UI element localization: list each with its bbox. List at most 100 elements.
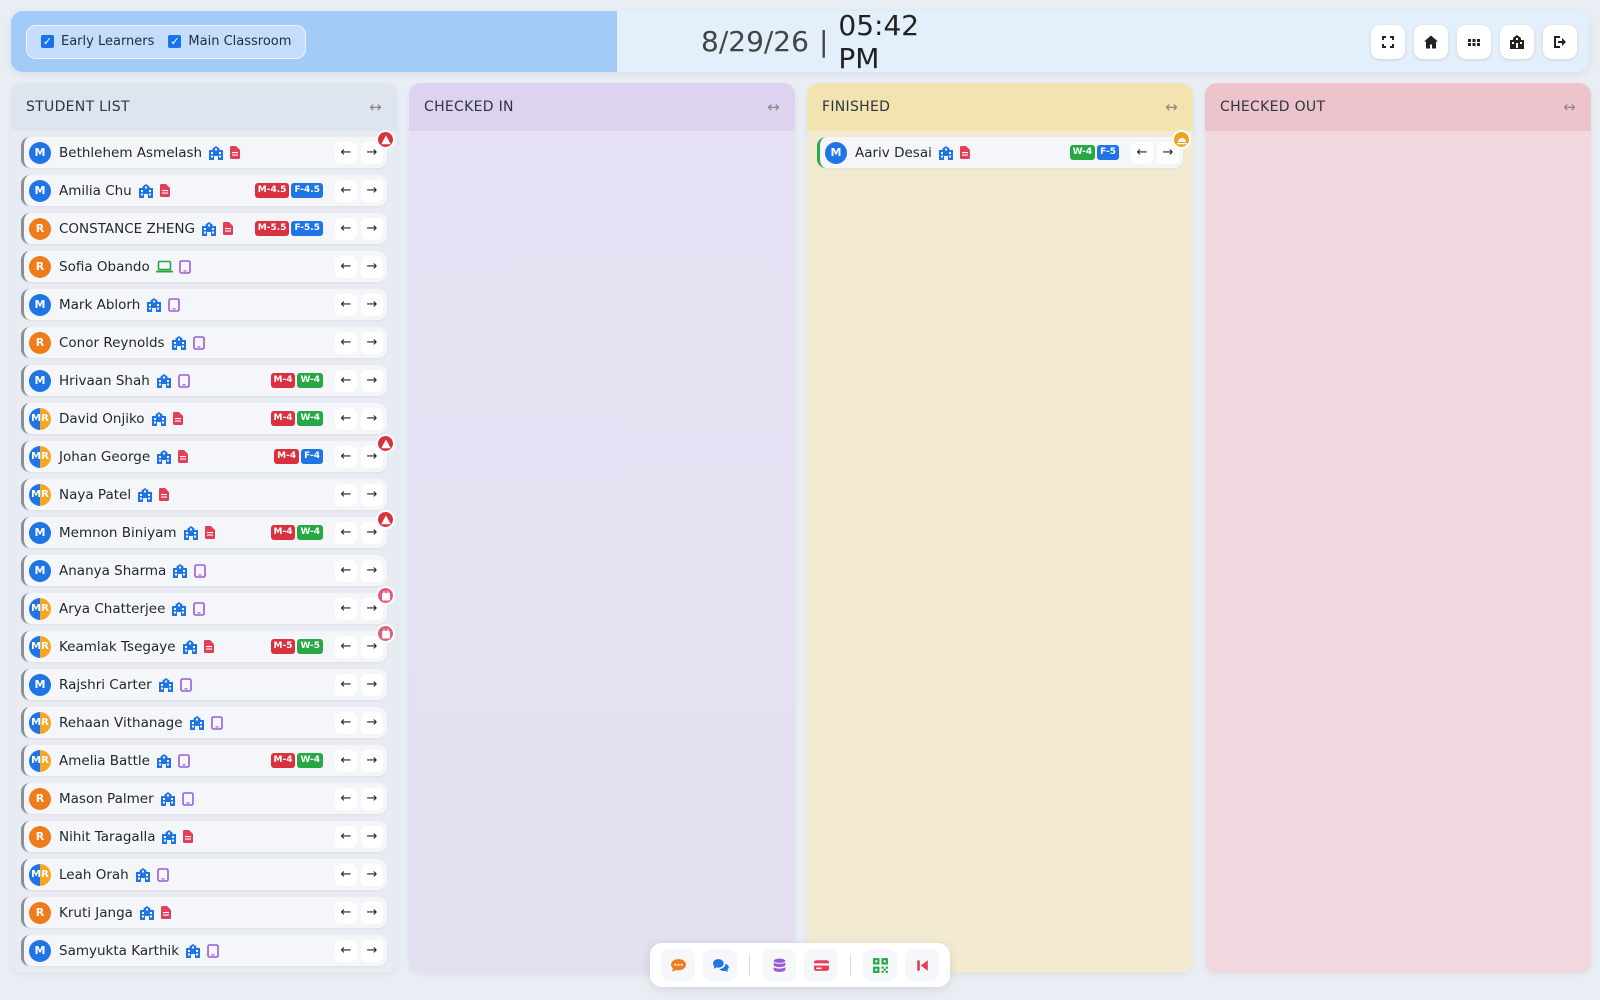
student-name[interactable]: Rehaan Vithanage — [59, 715, 183, 731]
student-row[interactable]: MR David Onjiko M-4 W-4 ← → — [21, 403, 387, 434]
student-row[interactable]: M Memnon Biniyam M-4 W-4 ← → — [21, 510, 395, 548]
home-button[interactable] — [1414, 25, 1448, 59]
warning-alert-icon[interactable] — [376, 130, 395, 149]
comments-button[interactable] — [703, 949, 737, 981]
move-left-button[interactable]: ← — [335, 255, 357, 278]
move-right-button[interactable]: → — [361, 407, 383, 430]
move-right-button[interactable]: → — [361, 673, 383, 696]
move-right-button[interactable]: → — [361, 369, 383, 392]
student-row[interactable]: M Mark Ablorh ← → — [21, 289, 387, 320]
student-name[interactable]: Rajshri Carter — [59, 677, 152, 693]
card-button[interactable] — [804, 949, 838, 981]
move-left-button[interactable]: ← — [335, 825, 357, 848]
student-row[interactable]: R Nihit Taragalla ← → — [21, 821, 387, 852]
resize-icon[interactable]: ↔ — [1165, 98, 1178, 116]
warning-alert-icon[interactable] — [376, 510, 395, 529]
student-row[interactable]: MR Johan George M-4 F-4 ← → — [21, 434, 395, 472]
calendar-alert-icon[interactable] — [376, 624, 395, 643]
filter-main-classroom[interactable]: ✓ Main Classroom — [168, 34, 291, 49]
move-left-button[interactable]: ← — [335, 711, 357, 734]
move-left-button[interactable]: ← — [335, 179, 357, 202]
warning-alert-icon[interactable] — [376, 434, 395, 453]
student-row[interactable]: M Samyukta Karthik ← → — [21, 935, 387, 966]
move-left-button[interactable]: ← — [335, 407, 357, 430]
move-right-button[interactable]: → — [361, 863, 383, 886]
move-left-button[interactable]: ← — [335, 787, 357, 810]
move-left-button[interactable]: ← — [335, 901, 357, 924]
move-right-button[interactable]: → — [361, 483, 383, 506]
move-left-button[interactable]: ← — [335, 293, 357, 316]
move-left-button[interactable]: ← — [335, 217, 357, 240]
move-left-button[interactable]: ← — [335, 331, 357, 354]
move-left-button[interactable]: ← — [335, 749, 357, 772]
apps-button[interactable] — [1457, 25, 1491, 59]
move-right-button[interactable]: → — [361, 749, 383, 772]
school-button[interactable] — [1500, 25, 1534, 59]
student-name[interactable]: Amilia Chu — [59, 183, 132, 199]
move-left-button[interactable]: ← — [335, 521, 357, 544]
move-left-button[interactable]: ← — [1131, 141, 1153, 164]
student-row[interactable]: R Sofia Obando ← → — [21, 251, 387, 282]
move-right-button[interactable]: → — [361, 901, 383, 924]
student-row[interactable]: MR Naya Patel ← → — [21, 479, 387, 510]
student-name[interactable]: Nihit Taragalla — [59, 829, 155, 845]
student-name[interactable]: Samyukta Karthik — [59, 943, 179, 959]
student-row[interactable]: M Hrivaan Shah M-4 W-4 ← → — [21, 365, 387, 396]
student-row[interactable]: MR Leah Orah ← → — [21, 859, 387, 890]
student-row[interactable]: M Aariv Desai W-4 F-5 ← → — [817, 130, 1191, 168]
student-name[interactable]: Bethlehem Asmelash — [59, 145, 202, 161]
move-left-button[interactable]: ← — [335, 559, 357, 582]
move-left-button[interactable]: ← — [335, 141, 357, 164]
student-row[interactable]: MR Rehaan Vithanage ← → — [21, 707, 387, 738]
move-left-button[interactable]: ← — [335, 445, 357, 468]
move-left-button[interactable]: ← — [335, 939, 357, 962]
move-left-button[interactable]: ← — [335, 673, 357, 696]
student-row[interactable]: M Bethlehem Asmelash ← → — [21, 130, 395, 168]
move-left-button[interactable]: ← — [335, 863, 357, 886]
student-row[interactable]: M Ananya Sharma ← → — [21, 555, 387, 586]
move-right-button[interactable]: → — [361, 559, 383, 582]
student-name[interactable]: CONSTANCE ZHENG — [59, 221, 195, 237]
student-name[interactable]: Ananya Sharma — [59, 563, 166, 579]
student-name[interactable]: Johan George — [59, 449, 150, 465]
student-row[interactable]: MR Arya Chatterjee ← → — [21, 586, 395, 624]
student-row[interactable]: R CONSTANCE ZHENG M-5.5 F-5.5 ← → — [21, 213, 387, 244]
logout-button[interactable] — [1543, 25, 1577, 59]
student-name[interactable]: Kruti Janga — [59, 905, 133, 921]
student-name[interactable]: David Onjiko — [59, 411, 145, 427]
move-right-button[interactable]: → — [361, 787, 383, 810]
sun-alert-icon[interactable] — [1172, 130, 1191, 149]
student-name[interactable]: Arya Chatterjee — [59, 601, 165, 617]
calendar-alert-icon[interactable] — [376, 586, 395, 605]
student-row[interactable]: R Conor Reynolds ← → — [21, 327, 387, 358]
move-right-button[interactable]: → — [361, 179, 383, 202]
student-row[interactable]: MR Amelia Battle M-4 W-4 ← → — [21, 745, 387, 776]
student-name[interactable]: Naya Patel — [59, 487, 131, 503]
move-right-button[interactable]: → — [361, 331, 383, 354]
student-name[interactable]: Hrivaan Shah — [59, 373, 150, 389]
chat-button[interactable] — [661, 949, 695, 981]
student-name[interactable]: Sofia Obando — [59, 259, 150, 275]
student-name[interactable]: Mason Palmer — [59, 791, 154, 807]
move-left-button[interactable]: ← — [335, 369, 357, 392]
student-row[interactable]: M Amilia Chu M-4.5 F-4.5 ← → — [21, 175, 387, 206]
move-right-button[interactable]: → — [361, 939, 383, 962]
student-name[interactable]: Conor Reynolds — [59, 335, 165, 351]
student-name[interactable]: Memnon Biniyam — [59, 525, 177, 541]
student-name[interactable]: Amelia Battle — [59, 753, 150, 769]
student-name[interactable]: Aariv Desai — [855, 145, 932, 161]
checkbox-early-learners[interactable]: ✓ — [41, 35, 54, 48]
move-right-button[interactable]: → — [361, 217, 383, 240]
resize-icon[interactable]: ↔ — [369, 98, 382, 116]
move-left-button[interactable]: ← — [335, 635, 357, 658]
fullscreen-button[interactable] — [1371, 25, 1405, 59]
filter-early-learners[interactable]: ✓ Early Learners — [41, 34, 154, 49]
move-left-button[interactable]: ← — [335, 483, 357, 506]
database-button[interactable] — [762, 949, 796, 981]
student-row[interactable]: R Kruti Janga ← → — [21, 897, 387, 928]
student-name[interactable]: Mark Ablorh — [59, 297, 140, 313]
qr-code-button[interactable] — [863, 949, 897, 981]
student-row[interactable]: MR Keamlak Tsegaye M-5 W-5 ← → — [21, 624, 395, 662]
resize-icon[interactable]: ↔ — [1563, 98, 1576, 116]
student-row[interactable]: M Rajshri Carter ← → — [21, 669, 387, 700]
